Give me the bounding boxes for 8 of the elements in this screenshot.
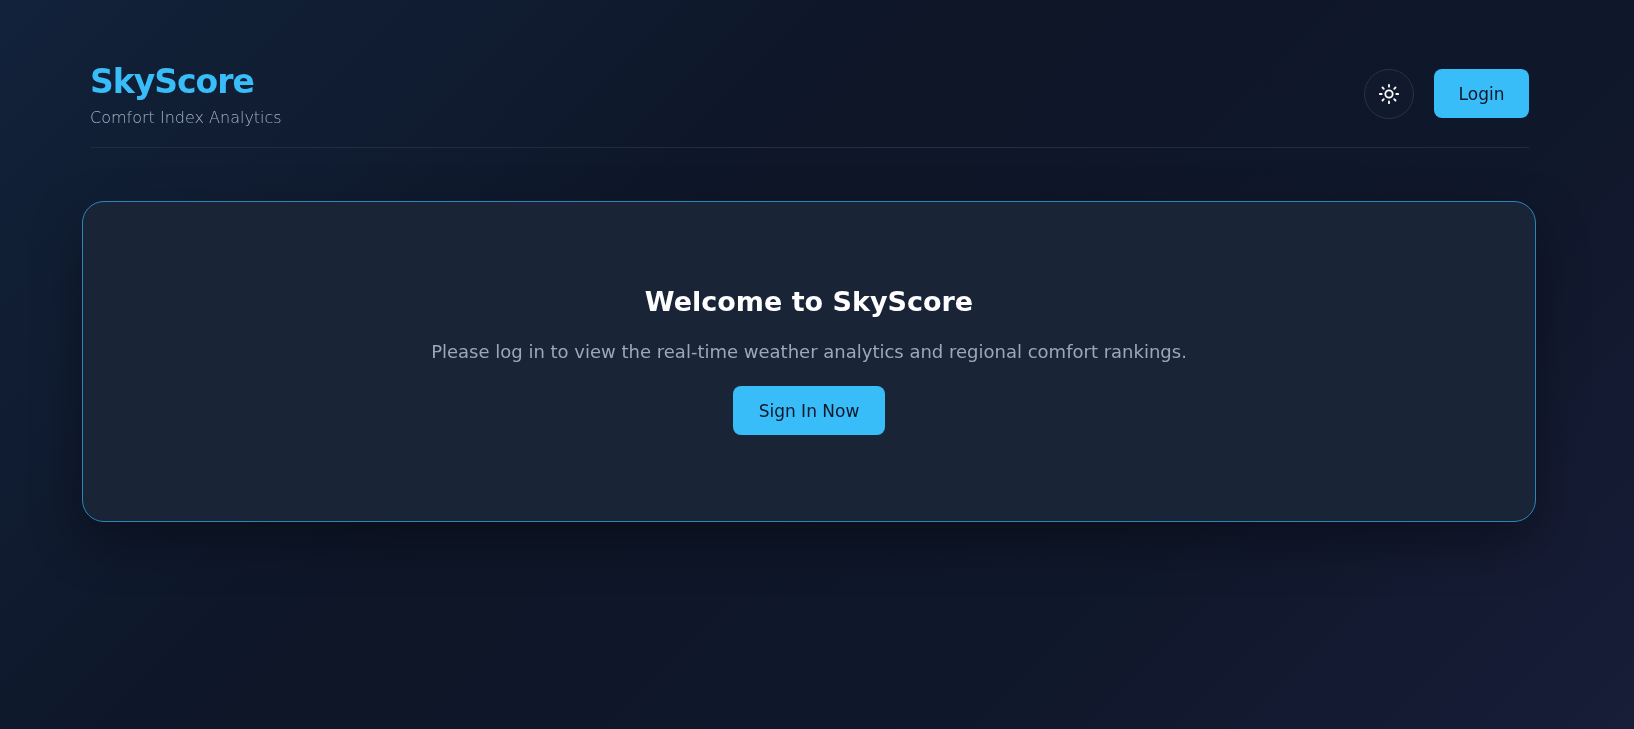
login-button[interactable]: Login — [1434, 69, 1529, 118]
app-title: SkyScore — [90, 61, 255, 103]
app-subtitle: Comfort Index Analytics — [90, 108, 282, 127]
welcome-message: Please log in to view the real-time weather analytics and regional comfort rankings. — [431, 341, 1187, 362]
welcome-title: Welcome to SkyScore — [644, 286, 974, 317]
theme-toggle-button[interactable] — [1364, 68, 1414, 119]
sign-in-button[interactable]: Sign In Now — [733, 386, 885, 435]
sun-icon — [1378, 82, 1400, 105]
